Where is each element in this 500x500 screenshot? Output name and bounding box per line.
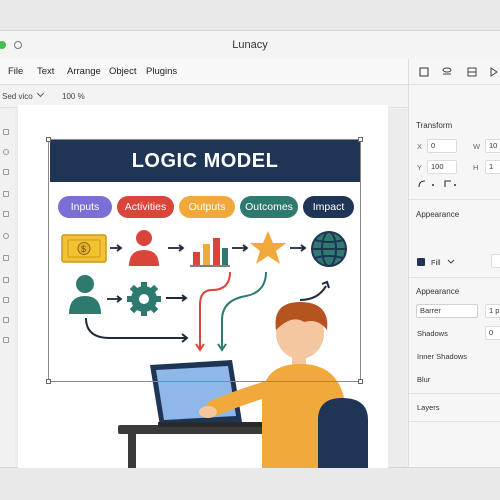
tool-icon[interactable] — [3, 149, 9, 155]
resize-handle[interactable] — [358, 137, 363, 142]
tool-icon[interactable] — [3, 211, 9, 217]
divider — [409, 277, 500, 278]
title-bar: Lunacy — [0, 31, 500, 59]
divider — [409, 393, 500, 394]
tool-icon[interactable] — [3, 129, 9, 135]
tool-icon[interactable] — [3, 297, 9, 303]
zoom-level[interactable]: 100 % — [62, 92, 85, 101]
chevron-down-icon[interactable] — [447, 259, 455, 265]
layers-label[interactable]: Layers — [417, 403, 440, 412]
prototype-icon[interactable] — [467, 67, 477, 77]
transform-heading: Transform — [416, 121, 453, 130]
tool-icon[interactable] — [3, 255, 9, 261]
menu-text[interactable]: Text — [37, 66, 54, 77]
menu-plugins[interactable]: Plugins — [146, 66, 177, 77]
y-label: Y — [417, 163, 423, 172]
tool-icon[interactable] — [3, 277, 9, 283]
blur-label[interactable]: Blur — [417, 375, 430, 384]
w-label: W — [473, 142, 481, 151]
stroke-style-select[interactable]: Barrer — [416, 304, 478, 318]
tool-icon[interactable] — [3, 191, 9, 197]
h-label: H — [473, 163, 479, 172]
left-toolstrip — [0, 109, 14, 467]
selection-box[interactable] — [48, 139, 361, 382]
app-title: Lunacy — [232, 39, 268, 51]
stroke-label: Barrer — [420, 306, 441, 315]
shadows-label[interactable]: Shadows — [417, 329, 448, 338]
menu-object[interactable]: Object — [109, 66, 136, 77]
inspector-panel: Transform X 0 W 10 Y 100 H 1 Appearance … — [408, 59, 500, 467]
menu-arrange[interactable]: Arrange — [67, 66, 101, 77]
shadows-field[interactable]: 0 — [485, 326, 500, 340]
divider — [409, 421, 500, 422]
inner-shadows-label[interactable]: Inner Shadows — [417, 352, 467, 361]
resize-handle[interactable] — [46, 137, 51, 142]
h-field[interactable]: 1 — [485, 160, 500, 174]
x-label: X — [417, 142, 423, 151]
resize-handle[interactable] — [46, 379, 51, 384]
y-field[interactable]: 100 — [427, 160, 457, 174]
divider — [409, 199, 500, 200]
tool-icon[interactable] — [3, 337, 9, 343]
component-icon[interactable] — [442, 67, 452, 77]
tool-icon[interactable] — [3, 317, 9, 323]
tool-icon[interactable] — [3, 233, 9, 239]
fill-label[interactable]: Fill — [431, 258, 441, 267]
menu-file[interactable]: File — [8, 66, 23, 77]
frame-icon[interactable] — [419, 67, 429, 77]
menu-bar: File Text Arrange Object Plugins — [0, 59, 408, 85]
rotation-icons[interactable] — [417, 179, 457, 189]
appearance-heading-2: Appearance — [416, 287, 460, 296]
stroke-width-field[interactable]: 1 p — [485, 304, 500, 318]
inspector-toolbar — [409, 59, 500, 85]
w-field[interactable]: 10 — [485, 139, 500, 153]
appearance-heading: Appearance — [416, 210, 460, 219]
x-field[interactable]: 0 — [427, 139, 457, 153]
resize-handle[interactable] — [358, 379, 363, 384]
chevron-down-icon[interactable] — [36, 89, 45, 98]
fill-opacity-field[interactable] — [491, 254, 500, 268]
play-icon[interactable] — [489, 67, 499, 77]
fill-color-swatch[interactable] — [417, 258, 425, 266]
font-name-select[interactable]: Sed vico — [2, 92, 33, 101]
tool-icon[interactable] — [3, 169, 9, 175]
